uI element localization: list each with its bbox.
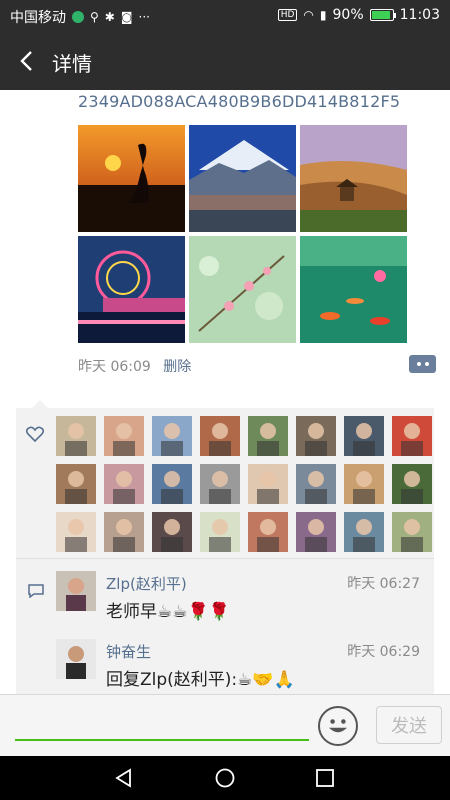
bluetooth-icon: ✱	[104, 10, 115, 24]
liker-avatar[interactable]	[104, 512, 144, 552]
commenter-name[interactable]: 钟奋生	[106, 641, 151, 662]
liker-avatar[interactable]	[392, 512, 432, 552]
post-meta: 昨天 06:09 删除	[78, 356, 191, 376]
page-title: 详情	[52, 52, 92, 76]
liker-avatar[interactable]	[344, 416, 384, 456]
carrier-label: 中国移动	[10, 10, 66, 26]
ferris-wheel-photo[interactable]	[78, 236, 185, 343]
usb-icon: ⚲	[90, 10, 99, 24]
liker-avatar[interactable]	[200, 464, 240, 504]
app-notification-icon	[72, 11, 84, 23]
app-icon: ◙	[120, 10, 133, 24]
post-time: 昨天 06:09	[78, 359, 151, 375]
liker-avatar[interactable]	[152, 416, 192, 456]
liker-avatar[interactable]	[56, 464, 96, 504]
nav-recents-icon[interactable]	[315, 768, 335, 788]
liker-avatar[interactable]	[152, 464, 192, 504]
koi-fish-photo[interactable]	[300, 236, 407, 343]
comment-text: 老师早☕☕🌹🌹	[106, 602, 230, 622]
battery-percent: 90%	[332, 7, 364, 23]
battery-icon	[369, 9, 396, 21]
blossom-photo[interactable]	[189, 236, 296, 343]
likes-panel: Zlp(赵利平) 昨天 06:27 老师早☕☕🌹🌹 钟奋生 昨天 06:29 回…	[16, 400, 434, 694]
comment-input-bar: 发送	[0, 694, 450, 756]
avatar[interactable]	[56, 639, 96, 679]
liker-avatar[interactable]	[56, 416, 96, 456]
snow-mountain-city-photo[interactable]	[189, 125, 296, 232]
liker-avatar[interactable]	[104, 464, 144, 504]
liker-avatar[interactable]	[296, 512, 336, 552]
nav-home-icon[interactable]	[215, 768, 235, 788]
sunset-bird-photo[interactable]	[78, 125, 185, 232]
post-content: 2349AD088ACA480B9B6DD414B812F5 昨天 06:09 …	[0, 90, 450, 694]
liker-avatar[interactable]	[56, 512, 96, 552]
comment-input[interactable]	[15, 739, 309, 741]
liker-avatar[interactable]	[296, 416, 336, 456]
comment-text: 回复Zlp(赵利平):☕🤝🙏	[106, 670, 295, 690]
back-icon[interactable]	[16, 49, 40, 73]
liker-avatar[interactable]	[392, 464, 432, 504]
signal-icon: ▮	[319, 8, 327, 22]
wifi-icon: ◠	[303, 8, 314, 22]
liker-avatar[interactable]	[392, 416, 432, 456]
comment-icon	[28, 584, 44, 598]
status-bar: 中国移动 ⚲ ✱ ◙ ··· HD ◠ ▮ 90% 11:03	[0, 0, 450, 32]
post-text: 2349AD088ACA480B9B6DD414B812F5	[78, 92, 401, 111]
delete-link[interactable]: 删除	[163, 359, 191, 375]
liker-avatar[interactable]	[344, 512, 384, 552]
more-icon: ···	[138, 10, 150, 24]
comment-item[interactable]: 钟奋生 昨天 06:29 回复Zlp(赵利平):☕🤝🙏	[56, 639, 430, 694]
liker-avatar[interactable]	[248, 464, 288, 504]
system-nav-bar	[0, 756, 450, 800]
liker-avatar[interactable]	[248, 416, 288, 456]
liker-avatar[interactable]	[296, 464, 336, 504]
comments-section: Zlp(赵利平) 昨天 06:27 老师早☕☕🌹🌹 钟奋生 昨天 06:29 回…	[16, 559, 434, 694]
title-bar: 详情	[0, 32, 450, 90]
liker-avatar[interactable]	[104, 416, 144, 456]
send-button[interactable]: 发送	[376, 706, 442, 744]
nav-back-icon[interactable]	[114, 768, 134, 788]
desert-pagoda-photo[interactable]	[300, 125, 407, 232]
comment-time: 昨天 06:29	[347, 644, 420, 660]
photo-grid	[78, 125, 408, 343]
liker-avatar[interactable]	[344, 464, 384, 504]
clock: 11:03	[399, 7, 440, 23]
comment-time: 昨天 06:27	[347, 576, 420, 592]
liker-avatar[interactable]	[200, 416, 240, 456]
hd-icon: HD	[277, 9, 298, 21]
emoji-icon[interactable]	[318, 706, 358, 746]
liker-avatar[interactable]	[152, 512, 192, 552]
heart-icon	[26, 426, 44, 442]
commenter-name[interactable]: Zlp(赵利平)	[106, 573, 187, 594]
comment-menu-button[interactable]	[409, 355, 436, 373]
avatar[interactable]	[56, 571, 96, 611]
liker-avatar[interactable]	[200, 512, 240, 552]
comment-item[interactable]: Zlp(赵利平) 昨天 06:27 老师早☕☕🌹🌹	[56, 571, 430, 631]
liker-avatar[interactable]	[248, 512, 288, 552]
